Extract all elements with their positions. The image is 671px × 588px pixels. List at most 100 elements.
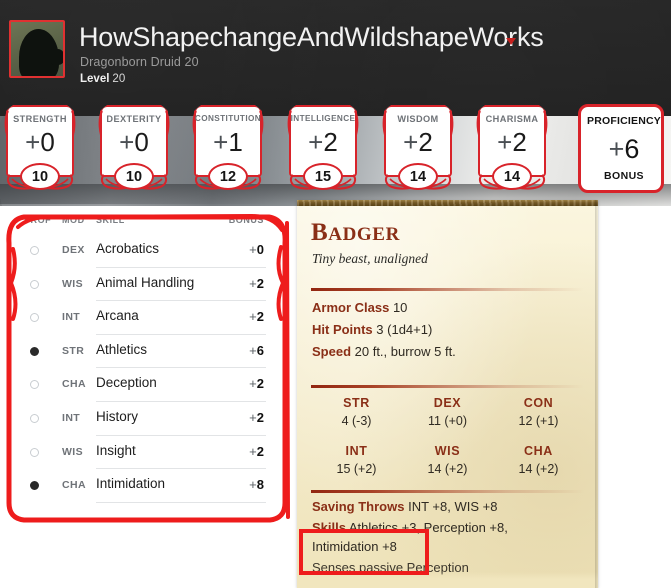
skill-bonus: +6 <box>249 342 264 358</box>
ability-tile-intelligence[interactable]: INTELLIGENCE +2 15 <box>285 105 361 193</box>
skills-header-row: PROF MOD SKILL BONUS <box>10 208 278 234</box>
ability-modifier: +0 <box>2 127 78 157</box>
proficiency-number: 6 <box>624 134 640 164</box>
skill-row[interactable]: INT History +2 <box>10 402 278 436</box>
skill-name: Intimidation <box>96 476 166 492</box>
skill-ability-mod: WIS <box>62 277 84 290</box>
statblock-skills-line2: Intimidation +8 <box>312 539 397 554</box>
ability-tile-dexterity[interactable]: DEXTERITY +0 10 <box>96 105 172 193</box>
statblock-top-border <box>297 200 598 206</box>
skills-panel: PROF MOD SKILL BONUS DEX Acrobatics +0 WIS A… <box>10 208 278 518</box>
ability-modifier: +2 <box>474 127 550 157</box>
skill-bonus: +2 <box>249 410 264 425</box>
skill-bonus: +2 <box>249 275 264 291</box>
statblock-ability-cha: CHA 14 (+2) <box>493 444 584 476</box>
ability-name: CONSTITUTION <box>194 114 262 123</box>
ability-score-value: 15 <box>314 168 332 185</box>
ability-score-oval[interactable]: 14 <box>492 163 532 190</box>
skill-row[interactable]: CHA Intimidation +8 <box>10 469 278 503</box>
statblock-name: BADGER <box>311 219 400 247</box>
ability-modifier: +0 <box>96 127 172 157</box>
statblock-ability-key: STR <box>343 396 370 410</box>
skill-row[interactable]: WIS Insight +2 <box>10 436 278 470</box>
statblock-hit-points: Hit Points 3 (1d4+1) <box>312 322 432 337</box>
ability-modifier-sign: + <box>308 127 324 157</box>
statblock-divider <box>311 288 584 291</box>
character-sheet-page: HowShapechangeAndWildshapeWorks Dragonbo… <box>0 0 671 588</box>
column-header-bonus: BONUS <box>228 215 264 225</box>
skill-name: Athletics <box>96 341 148 357</box>
skill-ability-mod: WIS <box>62 445 84 458</box>
skill-bonus: +0 <box>249 242 264 257</box>
proficiency-dot-icon[interactable] <box>30 246 39 255</box>
ability-tile-strength[interactable]: STRENGTH +0 10 <box>2 105 78 193</box>
ability-score-oval[interactable]: 12 <box>208 163 248 190</box>
proficiency-dot-icon[interactable] <box>30 447 39 457</box>
column-header-prof: PROF <box>24 215 52 225</box>
proficiency-dot-icon[interactable] <box>30 380 39 390</box>
ability-name: CHARISMA <box>485 114 539 124</box>
statblock-ability-key: CHA <box>524 444 553 458</box>
hit-points-label: Hit Points <box>312 322 373 337</box>
monster-stat-block: BADGER Tiny beast, unaligned Armor Class… <box>297 200 598 588</box>
ability-modifier-sign: + <box>25 127 41 157</box>
statblock-saving-throws: Saving Throws INT +8, WIS +8 <box>312 499 497 514</box>
proficiency-dot-icon[interactable] <box>30 346 39 356</box>
skill-row[interactable]: STR Athletics +6 <box>10 335 278 369</box>
statblock-ability-key: INT <box>345 444 368 458</box>
ability-modifier-number: 2 <box>512 127 527 157</box>
skill-row[interactable]: DEX Acrobatics +0 <box>10 234 278 268</box>
ability-score-value: 14 <box>503 168 521 185</box>
statblock-ability-str: STR 4 (-3) <box>311 396 402 428</box>
ability-score-oval[interactable]: 10 <box>20 163 60 190</box>
ability-score-oval[interactable]: 14 <box>398 163 438 190</box>
skill-ability-mod: CHA <box>62 378 86 391</box>
ability-score-oval[interactable]: 15 <box>303 163 343 190</box>
proficiency-dot-icon[interactable] <box>30 414 39 423</box>
ability-tile-constitution[interactable]: CONSTITUTION +1 12 <box>190 105 266 193</box>
ability-modifier: +1 <box>190 127 266 157</box>
skill-name: Arcana <box>96 308 139 324</box>
skill-row[interactable]: CHA Deception +2 <box>10 368 278 402</box>
proficiency-bonus-box[interactable]: PROFICIENCY +6 BONUS <box>578 104 664 193</box>
ability-score-value: 12 <box>219 168 237 185</box>
ability-tile-wisdom[interactable]: WISDOM +2 14 <box>380 105 456 193</box>
skill-ability-mod: INT <box>62 412 81 424</box>
ability-modifier-number: 2 <box>418 127 433 157</box>
skill-row-divider <box>96 501 266 503</box>
skill-bonus: +2 <box>249 443 264 459</box>
skill-row[interactable]: INT Arcana +2 <box>10 301 278 335</box>
ability-modifier-sign: + <box>119 127 135 157</box>
proficiency-subtitle: BONUS <box>604 170 644 182</box>
proficiency-title: PROFICIENCY <box>587 115 661 127</box>
proficiency-value: +6 <box>581 133 667 165</box>
ability-name: INTELLIGENCE <box>290 114 356 123</box>
skill-ability-mod: DEX <box>62 244 85 256</box>
ability-tile-charisma[interactable]: CHARISMA +2 14 <box>474 105 550 193</box>
statblock-armor-class: Armor Class 10 <box>312 300 407 315</box>
skill-row[interactable]: WIS Animal Handling +2 <box>10 268 278 302</box>
statblock-divider <box>311 490 584 493</box>
hit-points-value: 3 (1d4+1) <box>376 322 433 337</box>
ability-modifier: +2 <box>285 127 361 157</box>
ability-score-value: 10 <box>31 168 49 185</box>
proficiency-dot-icon[interactable] <box>30 481 39 491</box>
ability-score-oval[interactable]: 10 <box>114 163 154 190</box>
proficiency-dot-icon[interactable] <box>30 313 39 323</box>
proficiency-dot-icon[interactable] <box>30 279 39 289</box>
ability-name: STRENGTH <box>13 114 67 124</box>
ability-score-value: 14 <box>409 168 427 185</box>
skill-name: History <box>96 409 139 424</box>
skill-ability-mod: CHA <box>62 479 86 492</box>
statblock-ability-value: 14 (+2) <box>427 462 468 476</box>
statblock-ability-dex: DEX 11 (+0) <box>402 396 493 428</box>
skill-name: Insight <box>96 442 136 458</box>
statblock-name-rest: ADGER <box>328 224 400 245</box>
ability-modifier-number: 0 <box>134 127 149 157</box>
ability-modifier: +2 <box>380 127 456 157</box>
proficiency-sign: + <box>608 134 625 164</box>
ability-score-value: 10 <box>125 168 143 185</box>
column-header-skill: SKILL <box>96 215 125 225</box>
statblock-ability-value: 4 (-3) <box>341 414 372 428</box>
statblock-name-initial: B <box>311 219 329 246</box>
